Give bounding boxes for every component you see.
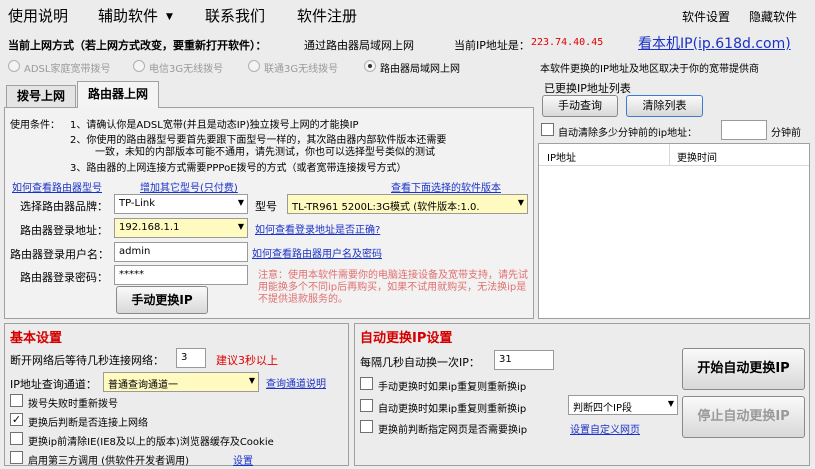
stop-auto-button[interactable]: 停止自动更换IP bbox=[682, 396, 805, 438]
checkmark-icon: ✓ bbox=[11, 413, 22, 426]
dropdown-arrow-icon: ▼ bbox=[667, 399, 674, 408]
channel-select[interactable]: 普通查询通道一 ▼ bbox=[103, 372, 259, 392]
ip-label: 当前IP地址是： bbox=[454, 39, 530, 52]
check-connect-checkbox[interactable]: ✓ bbox=[10, 413, 23, 426]
menu-usage[interactable]: 使用说明 bbox=[8, 5, 68, 26]
dropdown-arrow-icon: ▼ bbox=[517, 198, 524, 207]
page-check-checkbox[interactable] bbox=[360, 420, 373, 433]
redial-label: 拨号失败时重新拨号 bbox=[28, 399, 118, 410]
menu-hide[interactable]: 隐藏软件 bbox=[749, 8, 797, 25]
redial-checkbox[interactable] bbox=[10, 394, 23, 407]
view-version-link[interactable]: 查看下面选择的软件版本 bbox=[391, 179, 501, 194]
check-model-link[interactable]: 如何查看路由器型号 bbox=[12, 179, 102, 194]
clear-cache-checkbox[interactable] bbox=[10, 432, 23, 445]
addr-value: 192.168.1.1 bbox=[119, 222, 180, 233]
segment-select[interactable]: 判断四个IP段 ▼ bbox=[568, 395, 678, 415]
auto-dup-label: 自动更换时如果ip重复则重新换ip bbox=[378, 404, 527, 415]
user-label: 路由器登录用户名： bbox=[10, 248, 109, 261]
start-auto-button[interactable]: 开始自动更换IP bbox=[682, 348, 805, 390]
thirdparty-label: 启用第三方调用 (供软件开发者调用) bbox=[28, 456, 189, 467]
brand-label: 选择路由器品牌： bbox=[20, 200, 108, 213]
manual-dup-checkbox[interactable] bbox=[360, 377, 373, 390]
basic-settings-title: 基本设置 bbox=[10, 331, 63, 346]
auto-clear-unit: 分钟前 bbox=[771, 128, 801, 139]
segment-value: 判断四个IP段 bbox=[573, 403, 632, 414]
page-check-label: 更换前判断指定网页是否需要换ip bbox=[378, 425, 528, 436]
auto-dup-checkbox[interactable] bbox=[360, 399, 373, 412]
current-net-label: 当前上网方式（若上网方式改变，要重新打开软件）： bbox=[8, 39, 267, 52]
manual-dup-label: 手动更换时如果ip重复则重新换ip bbox=[378, 382, 527, 393]
user-pwd-link[interactable]: 如何查看路由器用户名及密码 bbox=[252, 245, 382, 260]
auto-clear-minutes[interactable] bbox=[721, 120, 767, 140]
user-input[interactable]: admin bbox=[114, 242, 248, 262]
radio-unicom-label: 联通3G无线拨号 bbox=[264, 64, 339, 75]
addr-check-link[interactable]: 如何查看登录地址是否正确? bbox=[255, 221, 380, 236]
isp-note: 本软件更换的IP地址及地区取决于你的宽带提供商 bbox=[540, 64, 759, 75]
auto-settings-title: 自动更换IP设置 bbox=[360, 331, 453, 346]
model-select[interactable]: TL-TR961 5200L:3G模式 (软件版本:1.0. ▼ bbox=[287, 194, 528, 214]
dropdown-arrow-icon: ▼ bbox=[166, 11, 173, 22]
custom-page-link[interactable]: 设置自定义网页 bbox=[570, 421, 640, 436]
radio-router-label: 路由器局域网上网 bbox=[380, 64, 460, 75]
radio-telecom[interactable] bbox=[133, 60, 145, 72]
menu-settings[interactable]: 软件设置 bbox=[682, 8, 730, 25]
brand-select[interactable]: TP-Link ▼ bbox=[114, 194, 248, 214]
condition-3: 3、路由器的上网连接方式需要PPPoE拨号的方式（或者宽带连接拨号方式） bbox=[70, 163, 407, 174]
condition-1: 1、请确认你是ADSL宽带(并且是动态IP)独立拨号上网的才能换IP bbox=[70, 120, 359, 131]
radio-telecom-label: 电信3G无线拨号 bbox=[149, 64, 224, 75]
dropdown-arrow-icon: ▼ bbox=[237, 198, 244, 207]
addr-select[interactable]: 192.168.1.1 ▼ bbox=[114, 218, 248, 238]
check-connect-label: 更换后判断是否连接上网络 bbox=[28, 418, 148, 429]
col-time-header: 更换时间 bbox=[677, 153, 717, 164]
auto-clear-label: 自动清除多少分钟前的ip地址： bbox=[558, 128, 698, 139]
menu-register[interactable]: 软件注册 bbox=[297, 5, 357, 26]
clear-cache-label: 更换ip前清除IE(IE8及以上的版本)浏览器缓存及Cookie bbox=[28, 437, 274, 448]
tab-dial[interactable]: 拨号上网 bbox=[6, 85, 76, 107]
model-label: 型号 bbox=[255, 200, 277, 213]
interval-label: 每隔几秒自动换一次IP： bbox=[360, 356, 480, 369]
menu-aux-label: 辅助软件 bbox=[98, 7, 159, 25]
ip-value: 223.74.40.45 bbox=[531, 37, 604, 48]
wait-hint: 建议3秒以上 bbox=[216, 354, 278, 367]
col-ip-header: IP地址 bbox=[547, 153, 576, 164]
radio-unicom[interactable] bbox=[248, 60, 260, 72]
thirdparty-settings-link[interactable]: 设置 bbox=[233, 452, 253, 467]
refund-notice: 注意：使用本软件需要你的电脑连接设备及宽带支持，请先试用能换多个不同ip后再购买… bbox=[258, 270, 528, 305]
dropdown-arrow-icon: ▼ bbox=[237, 222, 244, 231]
query-button[interactable]: 手动查询 bbox=[542, 95, 618, 117]
wait-seconds-input[interactable]: 3 bbox=[176, 348, 206, 368]
iplist-title: 已更换IP地址列表 bbox=[544, 82, 631, 95]
pwd-input[interactable]: ***** bbox=[114, 265, 248, 285]
clear-list-button[interactable]: 清除列表 bbox=[626, 95, 703, 117]
interval-input[interactable]: 31 bbox=[494, 350, 554, 370]
wait-label: 断开网络后等待几秒连接网络： bbox=[10, 354, 164, 367]
manual-change-ip-button[interactable]: 手动更换IP bbox=[116, 286, 208, 314]
ip-history-table[interactable]: IP地址 更换时间 bbox=[538, 143, 810, 319]
pwd-label: 路由器登录密码： bbox=[20, 271, 108, 284]
radio-adsl[interactable] bbox=[8, 60, 20, 72]
view-ip-link[interactable]: 看本机IP(ip.618d.com) bbox=[638, 33, 791, 53]
brand-value: TP-Link bbox=[119, 198, 156, 209]
tab-router[interactable]: 路由器上网 bbox=[77, 81, 159, 108]
current-net-value: 通过路由器局域网上网 bbox=[304, 39, 414, 52]
condition-2b: 一致，未知的内部版本可能不通用，请先测试，你也可以选择型号类似的测试 bbox=[95, 147, 435, 158]
channel-label: IP地址查询通道： bbox=[10, 378, 97, 391]
dropdown-arrow-icon: ▼ bbox=[248, 376, 255, 385]
model-value: TL-TR961 5200L:3G模式 (软件版本:1.0. bbox=[292, 202, 480, 213]
menu-contact[interactable]: 联系我们 bbox=[205, 5, 265, 26]
addr-label: 路由器登录地址： bbox=[20, 224, 108, 237]
thirdparty-checkbox[interactable] bbox=[10, 451, 23, 464]
auto-clear-checkbox[interactable] bbox=[541, 123, 554, 136]
add-model-link[interactable]: 增加其它型号(只付费) bbox=[140, 179, 238, 194]
channel-info-link[interactable]: 查询通道说明 bbox=[266, 375, 326, 390]
radio-adsl-label: ADSL家庭宽带拨号 bbox=[24, 64, 111, 75]
radio-router[interactable] bbox=[364, 60, 376, 72]
channel-value: 普通查询通道一 bbox=[108, 380, 178, 391]
conditions-label: 使用条件： bbox=[10, 120, 60, 131]
table-header: IP地址 更换时间 bbox=[539, 144, 809, 166]
menu-aux[interactable]: 辅助软件 ▼ bbox=[98, 5, 173, 26]
